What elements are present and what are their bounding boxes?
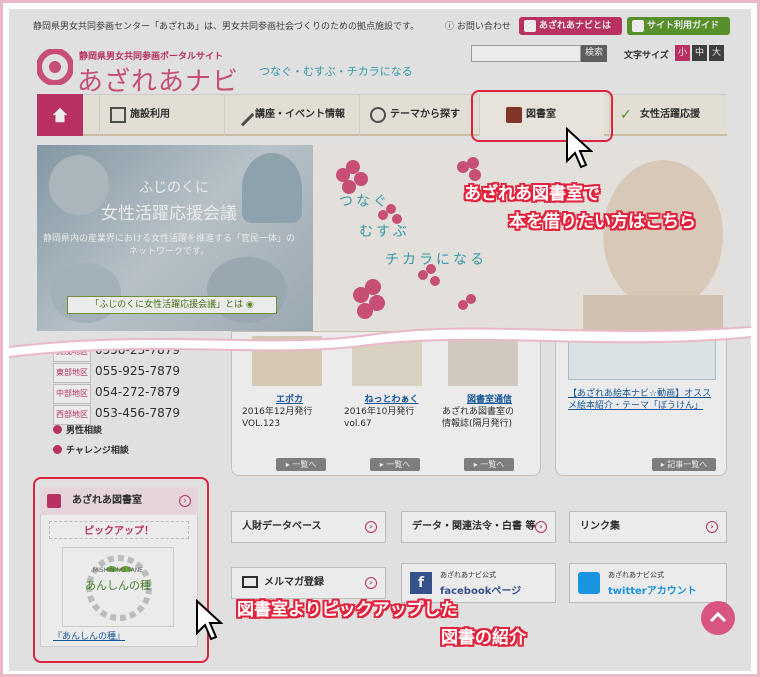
card-talent-db[interactable]: 人財データベース › bbox=[231, 511, 386, 543]
callout-bottom-line1: 図書室よりピックアップした bbox=[237, 600, 458, 620]
cursor-icon bbox=[566, 127, 593, 169]
banner-r-line3: チカラになる bbox=[385, 252, 487, 268]
ehon-link[interactable]: 【あざれあ絵本ナビ☆動画】オススメ絵本紹介・テーマ「ぼうけん」 bbox=[568, 388, 718, 412]
screenshot-frame: 静岡県男女共同参画センター「あざれあ」は、男女共同参画社会づくりのための拠点施設… bbox=[0, 0, 760, 677]
chevron-up-icon bbox=[709, 611, 727, 623]
torn-edge-decoration bbox=[9, 326, 751, 358]
callout-top-line2: 本を借りたい方はこちら bbox=[509, 212, 696, 232]
twitter-link[interactable]: あざれあナビ公式 twitterアカウント bbox=[569, 563, 727, 603]
callout-bottom-line2: 図書の紹介 bbox=[441, 628, 526, 648]
person-photo bbox=[49, 155, 109, 215]
page: 静岡県男女共同参画センター「あざれあ」は、男女共同参画社会づくりのための拠点施設… bbox=[9, 9, 751, 671]
banner-r-line1: つなぐ bbox=[339, 194, 390, 210]
building-icon bbox=[110, 107, 126, 123]
banner-line3: 静岡県内の産業界における女性活躍を推進する「官民一体」のネットワークです。 bbox=[42, 234, 295, 257]
callout-top-line1: あざれあ図書室で bbox=[464, 184, 600, 204]
more-button[interactable]: ▸ 一覧へ bbox=[276, 458, 326, 471]
arrow-icon: › bbox=[365, 521, 377, 533]
font-size-label: 文字サイズ bbox=[624, 51, 669, 61]
banner-r-line2: むすぶ bbox=[359, 224, 410, 240]
nav-events[interactable]: 講座・イベント情報 bbox=[224, 94, 354, 136]
checkmark-icon: ✓ bbox=[620, 107, 632, 123]
cursor-icon bbox=[196, 599, 223, 641]
highlight-library-widget bbox=[33, 477, 209, 663]
question-icon bbox=[524, 20, 536, 32]
book-icon bbox=[632, 20, 644, 32]
font-size-large[interactable]: 大 bbox=[709, 45, 724, 61]
phone-row: 東部地区 055-925-7879 bbox=[53, 362, 180, 383]
logo-title[interactable]: あざれあナビ bbox=[77, 61, 239, 98]
nav-theme[interactable]: テーマから探す bbox=[359, 94, 474, 136]
info-icon: ⓘ bbox=[445, 22, 457, 32]
challenge-consult-link[interactable]: チャレンジ相談 bbox=[53, 443, 129, 456]
person-photo bbox=[242, 153, 302, 223]
more-button[interactable]: ▸ 記事一覧へ bbox=[652, 458, 716, 471]
nav-home[interactable] bbox=[37, 94, 83, 136]
arrow-icon: › bbox=[535, 521, 547, 533]
nav-women[interactable]: ✓ 女性活躍応援 bbox=[609, 94, 727, 136]
contact-link[interactable]: ⓘ お問い合わせ bbox=[445, 19, 511, 32]
back-to-top-button[interactable] bbox=[701, 601, 735, 635]
home-icon bbox=[52, 107, 68, 123]
arrow-icon bbox=[53, 425, 62, 434]
magnifier-icon bbox=[370, 107, 386, 123]
logo-icon[interactable] bbox=[37, 49, 73, 85]
more-button[interactable]: ▸ 一覧へ bbox=[464, 458, 514, 471]
news-library: 図書室通信 あざれあ図書室の 情報誌(隔月発行) bbox=[442, 395, 515, 429]
card-links[interactable]: リンク集 › bbox=[569, 511, 727, 543]
font-size-medium[interactable]: 中 bbox=[692, 45, 707, 61]
banner-line1: ふじのくに bbox=[139, 180, 209, 196]
site-intro: 静岡県男女共同参画センター「あざれあ」は、男女共同参画社会づくりのための拠点施設… bbox=[33, 22, 420, 32]
tagline: つなぐ・むすぶ・チカラになる bbox=[259, 65, 413, 78]
arrow-icon: › bbox=[365, 577, 377, 589]
news-network: ねっとわぁく 2016年10月発行 vol.67 bbox=[344, 395, 419, 429]
arrow-icon: › bbox=[706, 521, 718, 533]
mail-icon bbox=[242, 576, 258, 588]
news-epoca: エポカ 2016年12月発行 VOL.123 bbox=[242, 395, 313, 429]
nav-facility[interactable]: 施設利用 bbox=[99, 94, 214, 136]
about-button[interactable]: あざれあナビとは bbox=[519, 17, 622, 35]
men-consult-link[interactable]: 男性相談 bbox=[53, 423, 102, 436]
facebook-icon: f bbox=[410, 572, 432, 594]
search-button[interactable]: 検索 bbox=[581, 45, 607, 62]
guide-button[interactable]: サイト利用ガイド bbox=[627, 17, 730, 35]
font-size-small[interactable]: 小 bbox=[675, 45, 690, 61]
phone-row: 西部地区 053-456-7879 bbox=[53, 404, 180, 425]
phone-row: 中部地区 054-272-7879 bbox=[53, 383, 180, 404]
banner-line2: 女性活躍応援会議 bbox=[101, 204, 237, 224]
more-button[interactable]: ▸ 一覧へ bbox=[370, 458, 420, 471]
pencil-icon bbox=[231, 103, 255, 127]
search-input[interactable] bbox=[471, 45, 581, 62]
twitter-icon bbox=[578, 572, 600, 594]
arrow-icon bbox=[53, 445, 62, 454]
card-data-law[interactable]: データ・関連法令・白書 等 › bbox=[401, 511, 556, 543]
